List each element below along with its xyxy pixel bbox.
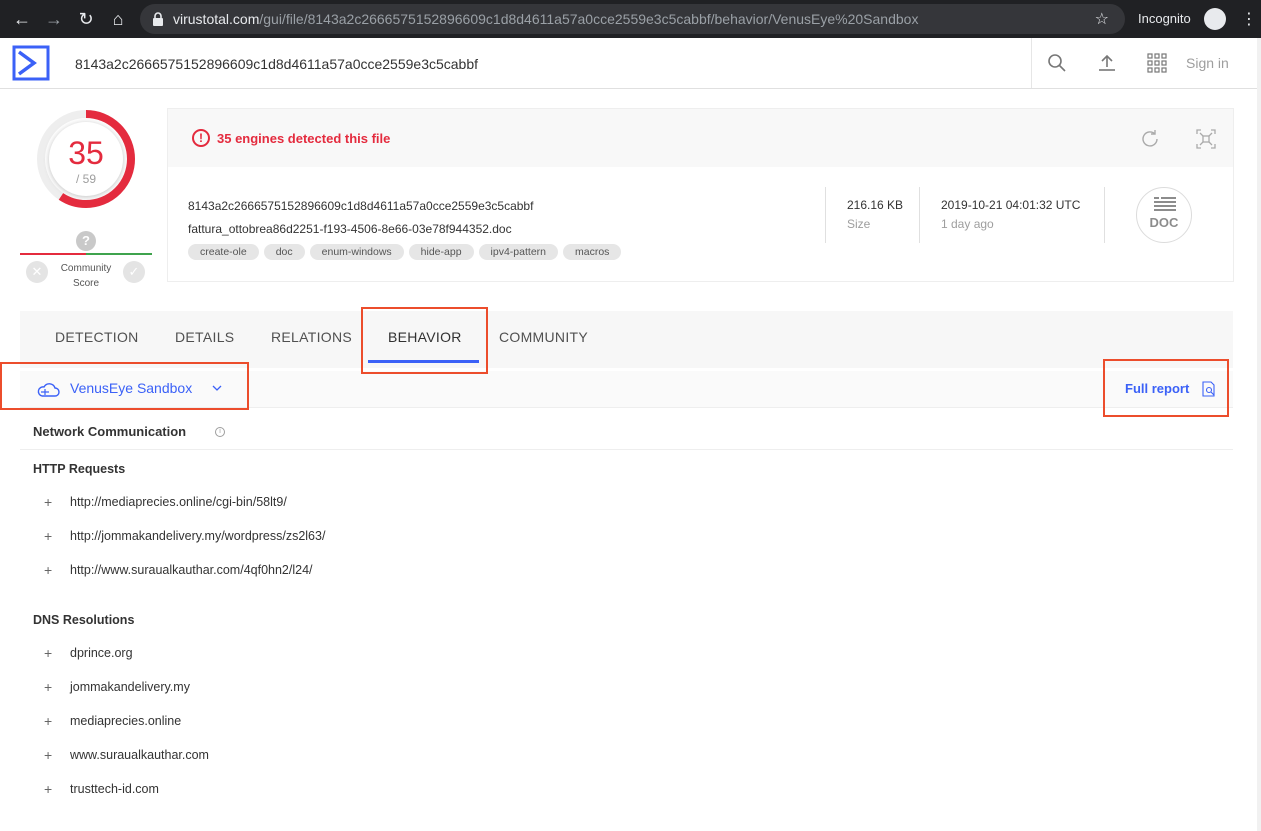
community-bar-positive: [86, 253, 152, 255]
http-request-url: http://mediaprecies.online/cgi-bin/58lt9…: [70, 495, 287, 509]
incognito-icon[interactable]: [1204, 8, 1226, 30]
community-score: ? ✕ Community Score ✓: [20, 228, 152, 290]
virustotal-logo[interactable]: [12, 44, 50, 82]
file-type-badge: DOC: [1136, 187, 1192, 243]
browser-toolbar: ← → ↻ ⌂ virustotal.com/gui/file/8143a2c2…: [0, 0, 1261, 38]
summary-divider: [919, 187, 920, 243]
http-request-url: http://www.suraualkauthar.com/4qf0hn2/l2…: [70, 563, 313, 577]
detection-banner: ! 35 engines detected this file: [168, 109, 1233, 167]
detection-count: 35: [68, 135, 104, 171]
community-label-line-1: Community: [60, 263, 112, 274]
community-score-label: Community Score: [53, 261, 119, 291]
expand-icon[interactable]: +: [44, 713, 54, 729]
tab-details[interactable]: DETAILS: [175, 329, 234, 345]
file-tag[interactable]: create-ole: [188, 244, 259, 260]
lock-icon: [153, 12, 163, 26]
dns-hostname: jommakandelivery.my: [70, 680, 190, 694]
tab-relations[interactable]: RELATIONS: [271, 329, 352, 345]
url-host: virustotal.com: [173, 11, 260, 27]
dns-hostname: www.suraualkauthar.com: [70, 748, 209, 762]
incognito-label: Incognito: [1138, 11, 1191, 26]
file-tag[interactable]: ipv4-pattern: [478, 244, 558, 260]
graph-view-icon[interactable]: [1196, 129, 1216, 149]
page-scrollbar[interactable]: [1257, 38, 1261, 831]
tab-behavior[interactable]: BEHAVIOR: [388, 329, 462, 345]
file-tag[interactable]: hide-app: [408, 244, 474, 260]
expand-icon[interactable]: +: [44, 562, 54, 578]
tab-community[interactable]: COMMUNITY: [499, 329, 588, 345]
cloud-sandbox-icon: [37, 383, 60, 397]
browser-menu-icon[interactable]: ⋮: [1241, 9, 1257, 29]
file-hash[interactable]: 8143a2c2666575152896609c1d8d4611a57a0cce…: [188, 199, 533, 213]
sign-in-link[interactable]: Sign in: [1186, 55, 1229, 71]
summary-divider: [1104, 187, 1105, 243]
dns-hostname: dprince.org: [70, 646, 133, 660]
back-icon[interactable]: ←: [12, 9, 32, 29]
file-tag[interactable]: doc: [263, 244, 305, 260]
vote-harmless-icon[interactable]: ✓: [123, 261, 145, 283]
expand-icon[interactable]: +: [44, 494, 54, 510]
detection-alert-text: 35 engines detected this file: [217, 131, 391, 146]
question-mark-icon: ?: [76, 231, 96, 251]
header-divider: [1031, 38, 1032, 88]
expand-icon[interactable]: +: [44, 679, 54, 695]
active-tab-indicator: [368, 360, 479, 363]
info-icon[interactable]: i: [215, 427, 225, 437]
sandbox-toolbar: VenusEye Sandbox Full report: [20, 371, 1233, 408]
expand-icon[interactable]: +: [44, 528, 54, 544]
file-size: 216.16 KB: [847, 198, 904, 212]
forward-icon[interactable]: →: [44, 9, 64, 29]
chevron-down-icon[interactable]: [212, 383, 222, 393]
analysis-age: 1 day ago: [941, 217, 994, 231]
expand-icon[interactable]: +: [44, 781, 54, 797]
full-report-link[interactable]: Full report: [1125, 381, 1189, 396]
reload-icon[interactable]: ↻: [76, 9, 96, 29]
file-summary-card: ! 35 engines detected this file 8143a2c2…: [167, 108, 1234, 282]
engine-total: / 59: [75, 172, 96, 186]
reanalyze-icon[interactable]: [1138, 127, 1162, 151]
dns-resolutions-heading: DNS Resolutions: [33, 613, 135, 627]
http-request-url: http://jommakandelivery.my/wordpress/zs2…: [70, 529, 326, 543]
summary-divider: [825, 187, 826, 243]
tag-list: create-ole doc enum-windows hide-app ipv4-pa…: [188, 244, 622, 262]
doc-lines-icon: [1154, 197, 1176, 211]
home-icon[interactable]: ⌂: [108, 9, 128, 29]
community-bar-negative: [20, 253, 86, 255]
network-communication-heading: Network Communication: [33, 424, 187, 439]
search-icon[interactable]: [1046, 52, 1068, 74]
url-path: /gui/file/8143a2c2666575152896609c1d8d46…: [259, 11, 919, 27]
report-tabs: DETECTION DETAILS RELATIONS BEHAVIOR COM…: [20, 311, 1233, 368]
bookmark-star-icon[interactable]: ☆: [1095, 9, 1109, 29]
file-type-text: DOC: [1149, 215, 1179, 230]
apps-grid-icon[interactable]: [1146, 52, 1168, 74]
tab-detection[interactable]: DETECTION: [55, 329, 139, 345]
community-label-line-2: Score: [72, 278, 100, 289]
alert-icon: !: [192, 129, 210, 147]
address-bar[interactable]: virustotal.com/gui/file/8143a2c266657515…: [140, 4, 1125, 34]
upload-icon[interactable]: [1096, 52, 1118, 74]
sandbox-selector[interactable]: VenusEye Sandbox: [70, 380, 192, 396]
site-header: 8143a2c2666575152896609c1d8d4611a57a0cce…: [0, 38, 1259, 89]
url-text: virustotal.com/gui/file/8143a2c266657515…: [173, 11, 918, 27]
http-requests-heading: HTTP Requests: [33, 462, 126, 476]
expand-icon[interactable]: +: [44, 645, 54, 661]
expand-icon[interactable]: +: [44, 747, 54, 763]
vote-malicious-icon[interactable]: ✕: [26, 261, 48, 283]
dns-hostname: mediaprecies.online: [70, 714, 182, 728]
report-search-icon[interactable]: [1202, 381, 1216, 397]
analysis-date: 2019-10-21 04:01:32 UTC: [941, 198, 1081, 212]
search-input[interactable]: 8143a2c2666575152896609c1d8d4611a57a0cce…: [75, 56, 478, 72]
file-size-label: Size: [847, 217, 871, 231]
file-tag[interactable]: macros: [563, 244, 622, 260]
dns-hostname: trusttech-id.com: [70, 782, 159, 796]
file-tag[interactable]: enum-windows: [309, 244, 404, 260]
detection-score-gauge: 35 / 59: [35, 108, 137, 210]
file-name: fattura_ottobrea86d2251-f193-4506-8e66-0…: [188, 222, 512, 236]
section-divider: [20, 449, 1233, 450]
